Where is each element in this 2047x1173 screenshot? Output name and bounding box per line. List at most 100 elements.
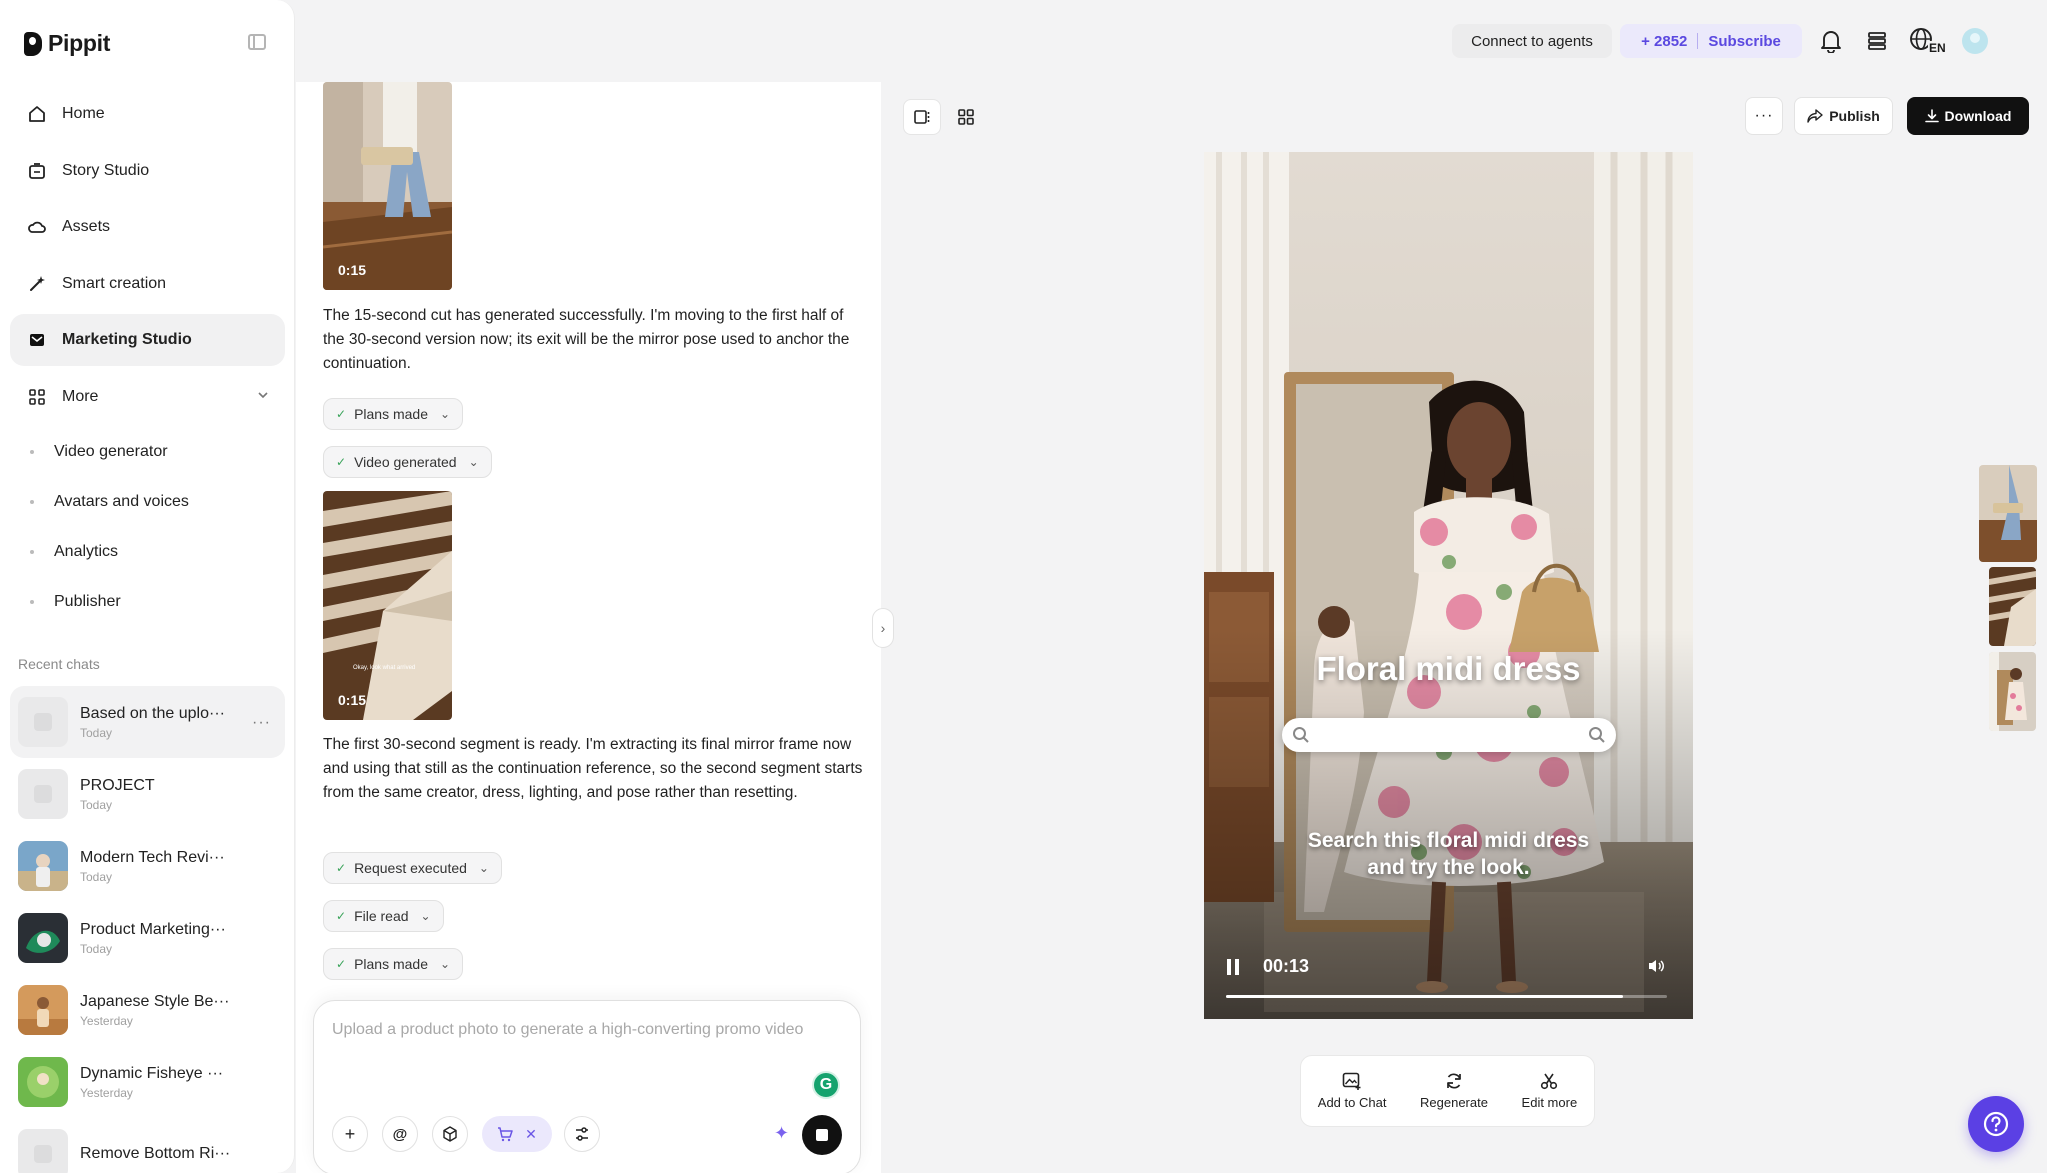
version-thumbnail[interactable] xyxy=(1979,465,2037,562)
language-globe-icon[interactable]: EN xyxy=(1909,28,1947,55)
user-avatar[interactable] xyxy=(1962,28,1988,54)
assistant-message: The 15-second cut has generated successf… xyxy=(323,307,850,372)
chat-title: PROJECT xyxy=(80,776,155,794)
status-pill-video-generated[interactable]: ✓ Video generated ⌄ xyxy=(323,446,492,478)
search-icon xyxy=(1589,727,1605,743)
sidebar-nav: Home Story Studio Assets Smart creation … xyxy=(10,88,285,627)
sparkle-icon[interactable]: ✦ xyxy=(774,1123,789,1144)
credits-subscribe-button[interactable]: + 2852 Subscribe xyxy=(1620,24,1802,58)
panel-expand-chevron-icon[interactable]: › xyxy=(872,608,894,648)
mail-icon xyxy=(26,329,48,351)
sidebar-item-story-studio[interactable]: Story Studio xyxy=(10,145,285,197)
sidebar-subitem-publisher[interactable]: Publisher xyxy=(10,577,285,627)
thumbnail-image xyxy=(1989,567,2036,646)
generated-video-thumbnail[interactable]: 0:15 xyxy=(323,82,452,290)
more-options-icon[interactable]: ··· xyxy=(252,714,271,732)
stop-generation-button[interactable] xyxy=(802,1115,842,1155)
sidebar: Pippit Home Story Studio Assets Smart cr… xyxy=(0,0,295,1173)
status-pill-request-executed[interactable]: ✓ Request executed ⌄ xyxy=(323,852,502,884)
bullet-dot-icon xyxy=(30,500,34,504)
edit-more-button[interactable]: Edit more xyxy=(1521,1072,1578,1110)
video-player[interactable]: Floral midi dress Search this floral mid… xyxy=(1204,152,1693,1019)
sidebar-item-label: Home xyxy=(62,105,105,122)
divider xyxy=(1697,33,1699,49)
add-attachment-button[interactable]: + xyxy=(332,1116,368,1152)
cloud-icon xyxy=(26,216,48,238)
video-duration: 0:15 xyxy=(338,692,367,708)
pause-icon[interactable] xyxy=(1226,959,1240,975)
chat-date: Yesterday xyxy=(80,1013,133,1028)
chevron-down-icon: ⌄ xyxy=(468,455,479,469)
chat-title: Product Marketing··· xyxy=(80,920,226,938)
action-label: Edit more xyxy=(1521,1095,1578,1110)
stack-icon[interactable] xyxy=(1864,28,1890,54)
sidebar-subitem-avatars-and-voices[interactable]: Avatars and voices xyxy=(10,477,285,527)
sidebar-item-home[interactable]: Home xyxy=(10,88,285,140)
version-thumbnail[interactable] xyxy=(1989,652,2036,731)
pill-label: File read xyxy=(354,908,409,924)
sidebar-item-more[interactable]: More xyxy=(10,371,285,423)
thumbnail-image xyxy=(1989,652,2036,731)
thumbnail-image xyxy=(1979,465,2037,562)
sidebar-item-label: Assets xyxy=(62,218,111,235)
grid-icon xyxy=(958,109,974,125)
prompt-input[interactable] xyxy=(332,1021,832,1039)
download-button[interactable]: Download xyxy=(1907,97,2029,135)
plus-icon: + xyxy=(344,1123,356,1144)
sidebar-item-label: Smart creation xyxy=(62,274,167,292)
sidebar-item-marketing-studio[interactable]: Marketing Studio xyxy=(10,314,285,366)
close-icon[interactable]: ✕ xyxy=(525,1126,537,1143)
chat-date: Today xyxy=(80,797,113,812)
connect-to-agents-button[interactable]: Connect to agents xyxy=(1452,24,1612,58)
ellipsis-icon: ··· xyxy=(1754,107,1774,124)
regenerate-button[interactable]: Regenerate xyxy=(1420,1072,1488,1110)
chat-thumbnail xyxy=(18,841,68,891)
sidebar-subitem-analytics[interactable]: Analytics xyxy=(10,527,285,577)
model-cube-button[interactable] xyxy=(432,1116,468,1152)
sidebar-collapse-icon[interactable] xyxy=(248,34,266,50)
recent-chat-item[interactable]: PROJECT Today xyxy=(10,758,285,830)
story-icon xyxy=(26,160,48,182)
sidebar-item-assets[interactable]: Assets xyxy=(10,201,285,253)
version-thumbnail[interactable] xyxy=(1989,567,2036,646)
recent-chats-list: Based on the uplo··· Today ··· PROJECT T… xyxy=(10,686,285,1173)
download-label: Download xyxy=(1944,108,2012,124)
caption-line: and try the look. xyxy=(1367,856,1530,879)
recent-chat-item[interactable]: Dynamic Fisheye ··· Yesterday xyxy=(10,1046,285,1118)
more-options-button[interactable]: ··· xyxy=(1745,97,1783,135)
sidebar-subitem-video-generator[interactable]: Video generator xyxy=(10,427,285,477)
status-pill-file-read[interactable]: ✓ File read ⌄ xyxy=(323,900,444,932)
status-pill-plans-made[interactable]: ✓ Plans made ⌄ xyxy=(323,948,464,980)
video-overlay-title: Floral midi dress xyxy=(1316,650,1581,687)
generated-video-thumbnail[interactable]: Okay, look what arrived 0:15 xyxy=(323,491,452,720)
recent-chat-item[interactable]: Based on the uplo··· Today ··· xyxy=(10,686,285,758)
volume-icon[interactable] xyxy=(1647,958,1665,974)
single-view-toggle[interactable] xyxy=(903,99,941,135)
grammarly-icon[interactable]: G xyxy=(812,1071,840,1099)
publish-button[interactable]: Publish xyxy=(1794,97,1893,135)
app-name: Pippit xyxy=(48,30,111,56)
sidebar-item-smart-creation[interactable]: Smart creation xyxy=(10,258,285,310)
home-icon xyxy=(26,103,48,125)
product-mode-chip[interactable]: ✕ xyxy=(482,1116,552,1152)
chat-title: Modern Tech Revi··· xyxy=(80,848,225,866)
recent-chat-item[interactable]: Remove Bottom Ri··· xyxy=(10,1118,285,1173)
status-pill-plans-made[interactable]: ✓ Plans made ⌄ xyxy=(323,398,464,430)
bell-icon[interactable] xyxy=(1818,28,1844,54)
settings-sliders-button[interactable] xyxy=(564,1116,600,1152)
recent-chat-item[interactable]: Product Marketing··· Today xyxy=(10,902,285,974)
add-to-chat-button[interactable]: Add to Chat xyxy=(1318,1072,1386,1110)
playback-progress-bar[interactable] xyxy=(1226,995,1667,998)
chat-thumbnail xyxy=(18,1129,68,1173)
sidebar-subitem-label: Publisher xyxy=(54,593,121,610)
grid-view-toggle[interactable] xyxy=(947,99,985,135)
recent-chat-item[interactable]: Modern Tech Revi··· Today xyxy=(10,830,285,902)
chat-date: Today xyxy=(80,941,113,956)
check-icon: ✓ xyxy=(336,861,347,875)
chat-date: Today xyxy=(80,869,113,884)
mention-button[interactable]: @ xyxy=(382,1116,418,1152)
help-button[interactable] xyxy=(1968,1096,2024,1152)
recent-chat-item[interactable]: Japanese Style Be··· Yesterday xyxy=(10,974,285,1046)
chat-title: Based on the uplo··· xyxy=(80,704,225,722)
app-logo[interactable]: Pippit xyxy=(24,30,110,57)
